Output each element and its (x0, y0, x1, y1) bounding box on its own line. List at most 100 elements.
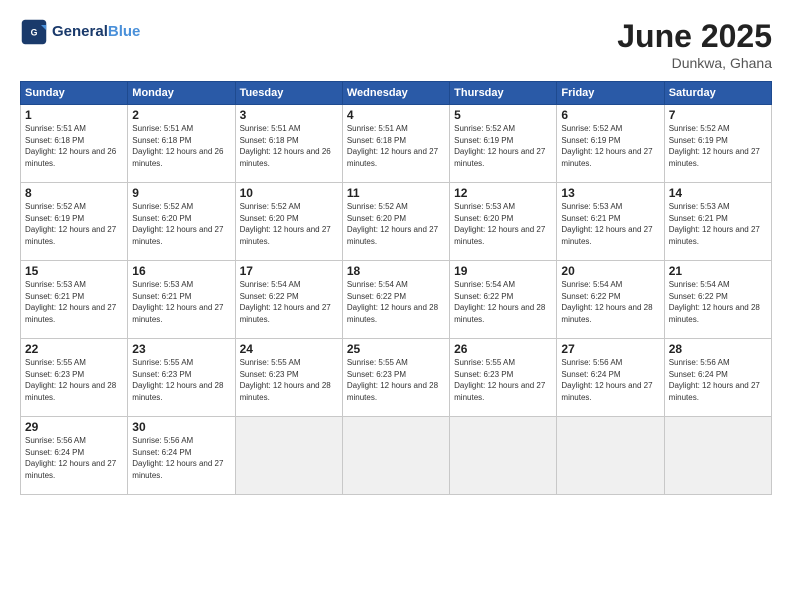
calendar-cell: 28 Sunrise: 5:56 AMSunset: 6:24 PMDayligh… (664, 339, 771, 417)
day-info: Sunrise: 5:54 AMSunset: 6:22 PMDaylight:… (669, 280, 760, 324)
day-info: Sunrise: 5:56 AMSunset: 6:24 PMDaylight:… (25, 436, 116, 480)
calendar-cell: 2 Sunrise: 5:51 AMSunset: 6:18 PMDaylight… (128, 105, 235, 183)
calendar-cell: 14 Sunrise: 5:53 AMSunset: 6:21 PMDayligh… (664, 183, 771, 261)
day-header-tuesday: Tuesday (235, 82, 342, 105)
day-info: Sunrise: 5:53 AMSunset: 6:21 PMDaylight:… (132, 280, 223, 324)
logo-general: General (52, 23, 108, 40)
day-info: Sunrise: 5:53 AMSunset: 6:21 PMDaylight:… (669, 202, 760, 246)
calendar-cell: 1Sunrise: 5:51 AMSunset: 6:18 PMDaylight… (21, 105, 128, 183)
logo-text: GeneralBlue (52, 23, 140, 41)
day-number: 25 (347, 342, 445, 356)
day-info: Sunrise: 5:51 AMSunset: 6:18 PMDaylight:… (240, 124, 331, 168)
day-number: 27 (561, 342, 659, 356)
day-info: Sunrise: 5:52 AMSunset: 6:19 PMDaylight:… (454, 124, 545, 168)
day-number: 7 (669, 108, 767, 122)
day-number: 12 (454, 186, 552, 200)
calendar-cell: 9 Sunrise: 5:52 AMSunset: 6:20 PMDaylight… (128, 183, 235, 261)
calendar-cell: 12 Sunrise: 5:53 AMSunset: 6:20 PMDayligh… (450, 183, 557, 261)
day-info: Sunrise: 5:56 AMSunset: 6:24 PMDaylight:… (561, 358, 652, 402)
day-number: 8 (25, 186, 123, 200)
day-info: Sunrise: 5:53 AMSunset: 6:20 PMDaylight:… (454, 202, 545, 246)
day-number: 18 (347, 264, 445, 278)
calendar-cell: 5 Sunrise: 5:52 AMSunset: 6:19 PMDaylight… (450, 105, 557, 183)
day-number: 9 (132, 186, 230, 200)
logo-icon: G (20, 18, 48, 46)
logo: G GeneralBlue (20, 18, 140, 46)
day-number: 10 (240, 186, 338, 200)
logo-blue: Blue (108, 23, 141, 40)
calendar-cell (557, 417, 664, 495)
day-number: 6 (561, 108, 659, 122)
calendar-week-row: 15 Sunrise: 5:53 AMSunset: 6:21 PMDayligh… (21, 261, 772, 339)
calendar-cell: 10 Sunrise: 5:52 AMSunset: 6:20 PMDayligh… (235, 183, 342, 261)
day-number: 20 (561, 264, 659, 278)
calendar-cell: 3 Sunrise: 5:51 AMSunset: 6:18 PMDaylight… (235, 105, 342, 183)
svg-text:G: G (31, 28, 38, 38)
calendar-week-row: 8 Sunrise: 5:52 AMSunset: 6:19 PMDaylight… (21, 183, 772, 261)
calendar-week-row: 29 Sunrise: 5:56 AMSunset: 6:24 PMDayligh… (21, 417, 772, 495)
calendar-cell: 23 Sunrise: 5:55 AMSunset: 6:23 PMDayligh… (128, 339, 235, 417)
day-number: 26 (454, 342, 552, 356)
calendar-cell (235, 417, 342, 495)
day-number: 5 (454, 108, 552, 122)
month-title: June 2025 (617, 18, 772, 55)
day-number: 15 (25, 264, 123, 278)
calendar-cell: 24Sunrise: 5:55 AMSunset: 6:23 PMDayligh… (235, 339, 342, 417)
day-info: Sunrise: 5:51 AMSunset: 6:18 PMDaylight:… (132, 124, 223, 168)
day-number: 17 (240, 264, 338, 278)
day-info: Sunrise: 5:54 AMSunset: 6:22 PMDaylight:… (240, 280, 331, 324)
day-number: 21 (669, 264, 767, 278)
day-info: Sunrise: 5:55 AMSunset: 6:23 PMDaylight:… (132, 358, 223, 402)
day-info: Sunrise: 5:52 AMSunset: 6:20 PMDaylight:… (132, 202, 223, 246)
calendar-cell: 16 Sunrise: 5:53 AMSunset: 6:21 PMDayligh… (128, 261, 235, 339)
day-number: 22 (25, 342, 123, 356)
day-number: 14 (669, 186, 767, 200)
day-info: Sunrise: 5:55 AMSunset: 6:23 PMDaylight:… (454, 358, 545, 402)
day-info: Sunrise: 5:51 AMSunset: 6:18 PMDaylight:… (347, 124, 438, 168)
day-info: Sunrise: 5:53 AMSunset: 6:21 PMDaylight:… (561, 202, 652, 246)
calendar-cell: 15 Sunrise: 5:53 AMSunset: 6:21 PMDayligh… (21, 261, 128, 339)
calendar-table: SundayMondayTuesdayWednesdayThursdayFrid… (20, 81, 772, 495)
day-info: Sunrise: 5:52 AMSunset: 6:19 PMDaylight:… (561, 124, 652, 168)
day-number: 16 (132, 264, 230, 278)
day-info: Sunrise: 5:56 AMSunset: 6:24 PMDaylight:… (132, 436, 223, 480)
calendar-cell: 6 Sunrise: 5:52 AMSunset: 6:19 PMDaylight… (557, 105, 664, 183)
calendar-cell: 19 Sunrise: 5:54 AMSunset: 6:22 PMDayligh… (450, 261, 557, 339)
day-info: Sunrise: 5:53 AMSunset: 6:21 PMDaylight:… (25, 280, 116, 324)
header: G GeneralBlue June 2025 Dunkwa, Ghana (20, 18, 772, 71)
day-info: Sunrise: 5:52 AMSunset: 6:20 PMDaylight:… (240, 202, 331, 246)
day-header-thursday: Thursday (450, 82, 557, 105)
calendar-cell: 13Sunrise: 5:53 AMSunset: 6:21 PMDayligh… (557, 183, 664, 261)
calendar-week-row: 22 Sunrise: 5:55 AMSunset: 6:23 PMDayligh… (21, 339, 772, 417)
calendar-cell: 8 Sunrise: 5:52 AMSunset: 6:19 PMDaylight… (21, 183, 128, 261)
day-info: Sunrise: 5:56 AMSunset: 6:24 PMDaylight:… (669, 358, 760, 402)
day-number: 19 (454, 264, 552, 278)
calendar-cell (664, 417, 771, 495)
calendar-cell (342, 417, 449, 495)
day-info: Sunrise: 5:51 AMSunset: 6:18 PMDaylight:… (25, 124, 116, 168)
day-number: 23 (132, 342, 230, 356)
calendar-cell: 25Sunrise: 5:55 AMSunset: 6:23 PMDayligh… (342, 339, 449, 417)
day-number: 2 (132, 108, 230, 122)
day-info: Sunrise: 5:54 AMSunset: 6:22 PMDaylight:… (347, 280, 438, 324)
day-info: Sunrise: 5:54 AMSunset: 6:22 PMDaylight:… (561, 280, 652, 324)
calendar-cell: 26 Sunrise: 5:55 AMSunset: 6:23 PMDayligh… (450, 339, 557, 417)
location: Dunkwa, Ghana (617, 55, 772, 71)
day-header-saturday: Saturday (664, 82, 771, 105)
calendar-cell: 11Sunrise: 5:52 AMSunset: 6:20 PMDayligh… (342, 183, 449, 261)
day-header-wednesday: Wednesday (342, 82, 449, 105)
day-info: Sunrise: 5:52 AMSunset: 6:20 PMDaylight:… (347, 202, 438, 246)
day-number: 3 (240, 108, 338, 122)
calendar-week-row: 1Sunrise: 5:51 AMSunset: 6:18 PMDaylight… (21, 105, 772, 183)
calendar-cell: 27 Sunrise: 5:56 AMSunset: 6:24 PMDayligh… (557, 339, 664, 417)
title-block: June 2025 Dunkwa, Ghana (617, 18, 772, 71)
day-info: Sunrise: 5:55 AMSunset: 6:23 PMDaylight:… (240, 358, 331, 402)
calendar-cell: 18 Sunrise: 5:54 AMSunset: 6:22 PMDayligh… (342, 261, 449, 339)
day-header-sunday: Sunday (21, 82, 128, 105)
day-info: Sunrise: 5:54 AMSunset: 6:22 PMDaylight:… (454, 280, 545, 324)
day-number: 29 (25, 420, 123, 434)
calendar-header-row: SundayMondayTuesdayWednesdayThursdayFrid… (21, 82, 772, 105)
day-number: 28 (669, 342, 767, 356)
day-info: Sunrise: 5:52 AMSunset: 6:19 PMDaylight:… (25, 202, 116, 246)
calendar-cell: 30Sunrise: 5:56 AMSunset: 6:24 PMDayligh… (128, 417, 235, 495)
